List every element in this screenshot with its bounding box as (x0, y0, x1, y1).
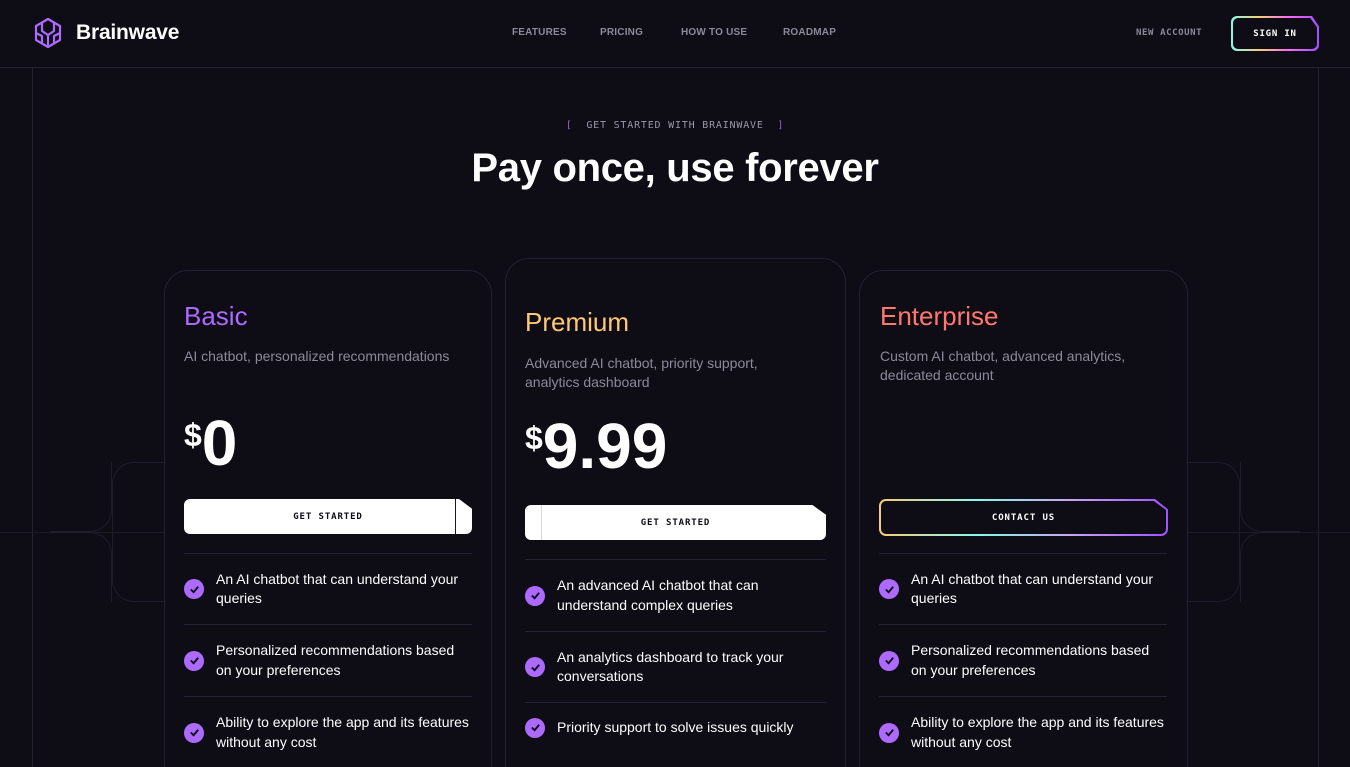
check-icon (184, 650, 204, 671)
feature-text: An analytics dashboard to track your con… (557, 648, 784, 685)
nav-link-pricing[interactable]: Pricing (600, 27, 643, 38)
feature-text: An advanced AI chatbot that can understa… (557, 577, 759, 613)
pricing-card-enterprise: Enterprise Custom AI chatbot, advanced a… (859, 270, 1188, 767)
feature-list: An AI chatbot that can understand your q… (184, 553, 472, 767)
list-item: An AI chatbot that can understand your q… (879, 553, 1167, 624)
list-item: Priority support to solve issues quickly (525, 702, 826, 752)
plan-title: Basic (184, 301, 248, 331)
contact-us-button[interactable]: CONTACT US (881, 501, 1166, 534)
price-amount: 0 (201, 407, 238, 479)
eyebrow-text: GET STARTED WITH BRAINWAVE (586, 120, 764, 131)
plan-description: Advanced AI chatbot, priority support, a… (525, 355, 758, 390)
eyebrow-bracket-open: [ (565, 120, 573, 131)
brand-logo-link[interactable]: Brainwave (32, 17, 179, 49)
feature-list: An advanced AI chatbot that can understa… (525, 559, 826, 752)
curve-decoration (112, 532, 172, 602)
curve-decoration (1180, 532, 1240, 602)
feature-list: An AI chatbot that can understand your q… (879, 553, 1167, 767)
check-icon (879, 650, 899, 671)
section-eyebrow: [ GET STARTED WITH BRAINWAVE ] (0, 120, 1350, 131)
price-amount: 9.99 (542, 410, 668, 482)
get-started-button[interactable]: GET STARTED (525, 505, 826, 540)
feature-text: Personalized recommendations based on yo… (911, 642, 1150, 678)
curve-decoration (112, 462, 172, 532)
price-currency: $ (525, 420, 543, 456)
feature-text: An AI chatbot that can understand your q… (911, 570, 1154, 607)
plan-description: Custom AI chatbot, advanced analytics, d… (880, 348, 1126, 383)
list-item: An analytics dashboard to track your con… (525, 631, 826, 702)
list-item: An AI chatbot that can understand your q… (184, 553, 472, 624)
new-account-link[interactable]: NEW ACCOUNT (1136, 28, 1202, 38)
site-header: Brainwave Features Pricing How to use Ro… (0, 0, 1350, 68)
nav-link-features[interactable]: Features (512, 27, 567, 38)
price-currency: $ (184, 417, 202, 453)
check-icon (525, 585, 545, 606)
sign-in-button[interactable]: SIGN IN (1233, 18, 1317, 49)
plan-price: $ 9.99 (525, 414, 667, 478)
feature-text: Personalized recommendations based on yo… (216, 642, 455, 678)
check-icon (525, 657, 545, 677)
list-item: An advanced AI chatbot that can understa… (525, 559, 826, 631)
check-icon (879, 579, 899, 599)
nav-link-roadmap[interactable]: Roadmap (783, 27, 836, 38)
plan-price: $ 0 (184, 411, 237, 475)
list-item: Ability to explore the app and its featu… (879, 696, 1167, 767)
feature-text: An AI chatbot that can understand your q… (216, 570, 459, 607)
pricing-card-premium: Premium Advanced AI chatbot, priority su… (505, 258, 846, 767)
check-icon (879, 722, 899, 743)
list-item: Personalized recommendations based on yo… (184, 624, 472, 696)
check-icon (525, 717, 545, 738)
curve-decoration (1240, 532, 1300, 602)
list-item: Ability to explore the app and its featu… (184, 696, 472, 767)
eyebrow-bracket-close: ] (777, 120, 785, 131)
feature-text: Ability to explore the app and its featu… (216, 714, 469, 750)
check-icon (184, 722, 204, 743)
brainwave-logo-icon (34, 17, 62, 49)
button-notch-line (541, 505, 542, 540)
check-icon (184, 579, 204, 599)
section-headline: Pay once, use forever (471, 146, 879, 190)
curve-decoration (50, 532, 112, 602)
button-notch-line (455, 499, 456, 534)
nav-link-how-to-use[interactable]: How to use (681, 27, 747, 38)
get-started-button[interactable]: GET STARTED (184, 499, 472, 534)
curve-decoration (1180, 462, 1240, 532)
plan-title: Enterprise (880, 301, 999, 331)
plan-title: Premium (525, 307, 630, 337)
curve-decoration (50, 462, 112, 532)
plan-description: AI chatbot, personalized recommendations (184, 348, 450, 364)
pricing-card-basic: Basic AI chatbot, personalized recommend… (164, 270, 492, 767)
brand-name: Brainwave (76, 21, 180, 44)
list-item: Personalized recommendations based on yo… (879, 624, 1167, 696)
feature-text: Ability to explore the app and its featu… (911, 714, 1164, 750)
feature-text: Priority support to solve issues quickly (557, 718, 794, 735)
curve-decoration (1240, 462, 1300, 532)
